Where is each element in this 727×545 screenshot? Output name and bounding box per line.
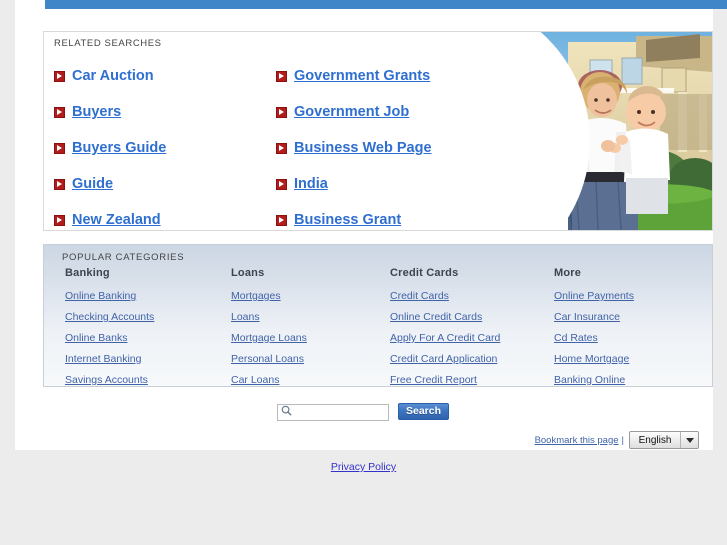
- privacy-policy-link[interactable]: Privacy Policy: [331, 461, 396, 473]
- hero-mask-top-left: [450, 32, 508, 70]
- category-column-title: Loans: [231, 267, 265, 279]
- related-searches-heading: RELATED SEARCHES: [54, 38, 162, 49]
- related-search-item[interactable]: Buyers: [54, 94, 279, 130]
- arrow-bullet-icon: [276, 142, 287, 154]
- category-link[interactable]: Car Insurance: [554, 311, 634, 323]
- hero-mask-bottom-left: [450, 186, 568, 230]
- related-search-link[interactable]: India: [294, 176, 328, 192]
- language-select-value: English: [638, 434, 672, 446]
- category-link[interactable]: Internet Banking: [65, 353, 154, 365]
- category-column-banking: Banking Online Banking Checking Accounts…: [65, 267, 154, 386]
- related-search-item[interactable]: New Zealand: [54, 202, 279, 230]
- search-row: Search: [277, 402, 449, 421]
- category-link[interactable]: Credit Cards: [390, 290, 500, 302]
- related-search-link[interactable]: Guide: [72, 176, 113, 192]
- privacy-row: Privacy Policy: [0, 457, 727, 475]
- related-searches-panel: RELATED SEARCHES Car Auction Buyers Buye…: [43, 31, 713, 231]
- arrow-bullet-icon: [54, 70, 65, 82]
- category-link[interactable]: Loans: [231, 311, 307, 323]
- language-select[interactable]: English: [629, 431, 699, 449]
- category-link[interactable]: Car Loans: [231, 374, 307, 386]
- category-link[interactable]: Credit Card Application: [390, 353, 500, 365]
- bookmark-language-row: Bookmark this page | English: [535, 431, 699, 449]
- hero-image-container: [450, 32, 712, 230]
- search-input[interactable]: [277, 403, 389, 421]
- related-search-item[interactable]: Guide: [54, 166, 279, 202]
- related-search-link[interactable]: Government Job: [294, 104, 409, 120]
- arrow-bullet-icon: [54, 142, 65, 154]
- related-search-link[interactable]: Business Grant: [294, 212, 401, 228]
- category-link[interactable]: Online Banking: [65, 290, 154, 302]
- related-search-link[interactable]: Business Web Page: [294, 140, 432, 156]
- category-link[interactable]: Banking Online: [554, 374, 634, 386]
- bookmark-this-page-link[interactable]: Bookmark this page: [535, 435, 619, 446]
- category-link[interactable]: Mortgages: [231, 290, 307, 302]
- related-search-item[interactable]: Car Auction: [54, 58, 279, 94]
- category-link[interactable]: Online Payments: [554, 290, 634, 302]
- category-column-title: Credit Cards: [390, 267, 459, 279]
- related-searches-left-column: Car Auction Buyers Buyers Guide Guide Ne…: [54, 58, 279, 230]
- category-link[interactable]: Checking Accounts: [65, 311, 154, 323]
- category-link[interactable]: Online Credit Cards: [390, 311, 500, 323]
- related-search-link[interactable]: Buyers Guide: [72, 140, 166, 156]
- arrow-bullet-icon: [54, 178, 65, 190]
- related-search-link[interactable]: New Zealand: [72, 212, 161, 228]
- arrow-bullet-icon: [54, 106, 65, 118]
- category-link[interactable]: Personal Loans: [231, 353, 307, 365]
- category-link[interactable]: Online Banks: [65, 332, 154, 344]
- content-container: RELATED SEARCHES Car Auction Buyers Buye…: [15, 0, 727, 450]
- related-search-item[interactable]: Buyers Guide: [54, 130, 279, 166]
- arrow-bullet-icon: [276, 214, 287, 226]
- bookmark-separator: |: [621, 434, 624, 446]
- category-link[interactable]: Mortgage Loans: [231, 332, 307, 344]
- related-search-link[interactable]: Government Grants: [294, 68, 430, 84]
- related-search-link[interactable]: Buyers: [72, 104, 121, 120]
- arrow-bullet-icon: [276, 70, 287, 82]
- category-link[interactable]: Free Credit Report: [390, 374, 500, 386]
- search-input-wrapper: [277, 402, 389, 421]
- top-accent-bar: [45, 0, 727, 9]
- category-link[interactable]: Apply For A Credit Card: [390, 332, 500, 344]
- category-column-title: More: [554, 267, 582, 279]
- chevron-down-icon: [680, 432, 698, 448]
- popular-categories-heading: POPULAR CATEGORIES: [62, 252, 185, 263]
- search-button[interactable]: Search: [398, 402, 449, 420]
- arrow-bullet-icon: [54, 214, 65, 226]
- arrow-bullet-icon: [276, 106, 287, 118]
- category-link[interactable]: Savings Accounts: [65, 374, 154, 386]
- category-column-more: More Online Payments Car Insurance Cd Ra…: [554, 267, 634, 386]
- category-column-title: Banking: [65, 267, 110, 279]
- popular-categories-panel: POPULAR CATEGORIES Banking Online Bankin…: [43, 244, 713, 387]
- category-link[interactable]: Home Mortgage: [554, 353, 634, 365]
- arrow-bullet-icon: [276, 178, 287, 190]
- category-column-credit-cards: Credit Cards Credit Cards Online Credit …: [390, 267, 500, 386]
- category-link[interactable]: Cd Rates: [554, 332, 634, 344]
- related-search-link[interactable]: Car Auction: [72, 68, 154, 84]
- page-root: RELATED SEARCHES Car Auction Buyers Buye…: [0, 0, 727, 545]
- category-column-loans: Loans Mortgages Loans Mortgage Loans Per…: [231, 267, 307, 386]
